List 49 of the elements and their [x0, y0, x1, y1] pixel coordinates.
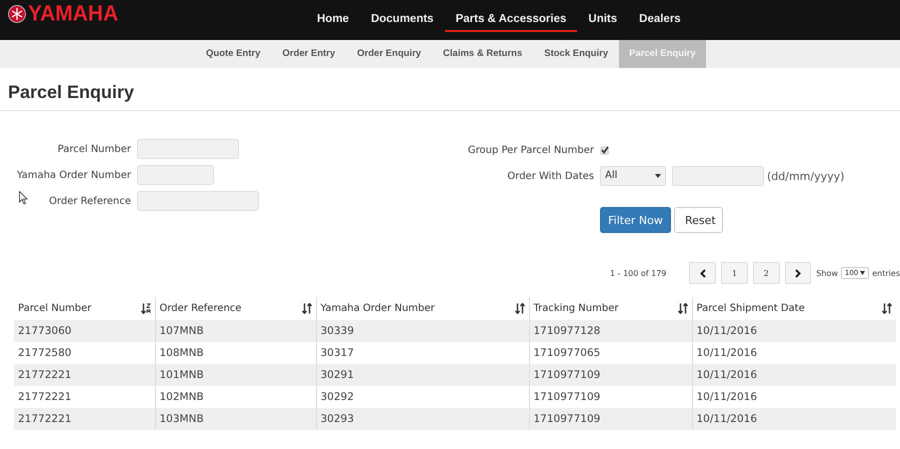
field-label: Yamaha Order Number: [16, 170, 131, 180]
field-label: Order Reference: [49, 196, 131, 206]
column-title: Parcel Number: [18, 303, 92, 314]
field-label: Order With Dates: [506, 170, 594, 182]
action-button[interactable]: Reset: [674, 207, 723, 233]
show-label: Show: [816, 268, 838, 278]
table-cell: 21772221: [14, 408, 155, 430]
page-title: Parcel Enquiry: [0, 68, 900, 111]
table-cell: 30339: [316, 320, 529, 342]
table-cell: 21772580: [14, 342, 155, 364]
sub-nav-tab[interactable]: Claims & Returns: [432, 40, 534, 68]
table-cell: 21772221: [14, 386, 155, 408]
table-cell: 30293: [316, 408, 529, 430]
results-summary: 1 - 100 of 179: [610, 268, 666, 278]
action-button[interactable]: Filter Now: [600, 207, 671, 233]
field-label: Parcel Number: [58, 144, 131, 154]
column-title: Yamaha Order Number: [320, 303, 435, 314]
sub-nav-tab[interactable]: Order Entry: [271, 40, 346, 68]
table-cell: 1710977109: [529, 408, 692, 430]
entries-label: entries: [872, 268, 900, 278]
column-header[interactable]: Parcel Number: [14, 297, 155, 320]
column-title: Tracking Number: [534, 303, 618, 314]
page-button[interactable]: 2: [752, 262, 780, 284]
table-cell: 21772221: [14, 364, 155, 386]
table-cell: 21773060: [14, 320, 155, 342]
table-cell: 10/11/2016: [692, 408, 896, 430]
sub-nav-tab[interactable]: Stock Enquiry: [533, 40, 620, 68]
table-cell: 107MNB: [155, 320, 316, 342]
column-title: Order Reference: [160, 303, 242, 314]
sub-nav-tab[interactable]: Order Enquiry: [346, 40, 432, 68]
logo-text[interactable]: YAMAHA: [28, 1, 118, 27]
field-label: Group Per Parcel Number: [466, 144, 594, 156]
date-format-hint: (dd/mm/yyyy): [767, 170, 844, 182]
column-title: Parcel Shipment Date: [696, 303, 805, 314]
table-cell: 103MNB: [155, 408, 316, 430]
sub-nav-tab[interactable]: Quote Entry: [195, 40, 272, 68]
dropdown[interactable]: All: [600, 166, 666, 186]
nav-link[interactable]: Dealers: [628, 13, 692, 30]
nav-link[interactable]: Home: [306, 13, 360, 30]
table-cell: 10/11/2016: [692, 320, 896, 342]
table-cell: 30291: [316, 364, 529, 386]
table-cell: 1710977128: [529, 320, 692, 342]
table-cell: 1710977109: [529, 364, 692, 386]
table-cell: 10/11/2016: [692, 364, 896, 386]
page-button[interactable]: 1: [721, 262, 748, 284]
nav-link[interactable]: Documents: [360, 13, 445, 30]
nav-link[interactable]: Units: [577, 13, 628, 30]
table-cell: 101MNB: [155, 364, 316, 386]
nav-link[interactable]: Parts & Accessories: [444, 13, 578, 32]
